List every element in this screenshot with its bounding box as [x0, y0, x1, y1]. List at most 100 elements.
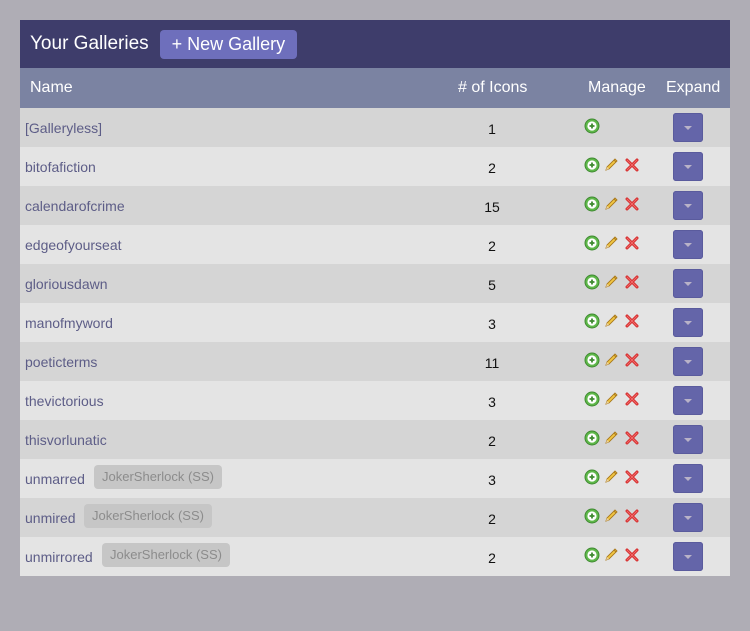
gallery-name-link[interactable]: gloriousdawn	[25, 276, 108, 292]
owner-tag: JokerSherlock (SS)	[94, 465, 222, 489]
caret-down-icon	[684, 282, 692, 286]
title-bar: Your Galleries + New Gallery	[20, 20, 730, 68]
caret-down-icon	[684, 321, 692, 325]
expand-button[interactable]	[673, 542, 703, 571]
table-row: [Galleryless] 1	[20, 108, 730, 147]
gallery-name-link[interactable]: [Galleryless]	[25, 120, 102, 136]
icon-count: 2	[488, 433, 496, 449]
caret-down-icon	[684, 204, 692, 208]
pencil-icon[interactable]	[603, 235, 619, 251]
pencil-icon[interactable]	[603, 196, 619, 212]
add-icon[interactable]	[584, 118, 600, 134]
icon-count: 11	[484, 355, 500, 371]
column-header-name: Name	[30, 79, 73, 96]
icon-count: 3	[488, 316, 496, 332]
galleries-panel: Your Galleries + New Gallery Name # of I…	[20, 20, 730, 576]
delete-icon[interactable]	[624, 274, 640, 290]
gallery-name-link[interactable]: thisvorlunatic	[25, 432, 107, 448]
add-icon[interactable]	[584, 313, 600, 329]
delete-icon[interactable]	[624, 235, 640, 251]
pencil-icon[interactable]	[603, 352, 619, 368]
expand-button[interactable]	[673, 386, 703, 415]
delete-icon[interactable]	[624, 352, 640, 368]
table-row: calendarofcrime 15	[20, 186, 730, 225]
table-row: unmired JokerSherlock (SS) 2	[20, 498, 730, 537]
pencil-icon[interactable]	[603, 274, 619, 290]
add-icon[interactable]	[584, 196, 600, 212]
gallery-name-link[interactable]: unmired	[25, 510, 76, 526]
expand-button[interactable]	[673, 425, 703, 454]
delete-icon[interactable]	[624, 196, 640, 212]
expand-button[interactable]	[673, 191, 703, 220]
caret-down-icon	[684, 438, 692, 442]
pencil-icon[interactable]	[603, 430, 619, 446]
add-icon[interactable]	[584, 508, 600, 524]
expand-button[interactable]	[673, 464, 703, 493]
expand-button[interactable]	[673, 308, 703, 337]
expand-button[interactable]	[673, 269, 703, 298]
table-row: edgeofyourseat 2	[20, 225, 730, 264]
caret-down-icon	[684, 243, 692, 247]
expand-button[interactable]	[673, 230, 703, 259]
pencil-icon[interactable]	[603, 313, 619, 329]
expand-button[interactable]	[673, 503, 703, 532]
caret-down-icon	[684, 399, 692, 403]
expand-button[interactable]	[673, 347, 703, 376]
caret-down-icon	[684, 555, 692, 559]
add-icon[interactable]	[584, 352, 600, 368]
table-row: unmirrored JokerSherlock (SS) 2	[20, 537, 730, 576]
pencil-icon[interactable]	[603, 157, 619, 173]
owner-tag: JokerSherlock (SS)	[84, 504, 212, 528]
icon-count: 2	[488, 238, 496, 254]
pencil-icon[interactable]	[603, 469, 619, 485]
delete-icon[interactable]	[624, 391, 640, 407]
gallery-name-link[interactable]: unmirrored	[25, 549, 93, 565]
gallery-name-link[interactable]: poeticterms	[25, 354, 97, 370]
column-header-manage: Manage	[588, 79, 646, 96]
table-row: thevictorious 3	[20, 381, 730, 420]
icon-count: 5	[488, 277, 496, 293]
new-gallery-button[interactable]: + New Gallery	[159, 29, 298, 59]
icon-count: 2	[488, 160, 496, 176]
gallery-name-link[interactable]: manofmyword	[25, 315, 113, 331]
delete-icon[interactable]	[624, 313, 640, 329]
page-title: Your Galleries	[30, 33, 149, 54]
gallery-name-link[interactable]: bitofafiction	[25, 159, 96, 175]
caret-down-icon	[684, 477, 692, 481]
add-icon[interactable]	[584, 469, 600, 485]
gallery-name-link[interactable]: calendarofcrime	[25, 198, 125, 214]
icon-count: 2	[488, 550, 496, 566]
caret-down-icon	[684, 126, 692, 130]
expand-button[interactable]	[673, 113, 703, 142]
delete-icon[interactable]	[624, 469, 640, 485]
table-row: poeticterms 11	[20, 342, 730, 381]
expand-button[interactable]	[673, 152, 703, 181]
icon-count: 3	[488, 472, 496, 488]
gallery-name-link[interactable]: edgeofyourseat	[25, 237, 122, 253]
delete-icon[interactable]	[624, 430, 640, 446]
column-header-expand: Expand	[666, 79, 721, 96]
gallery-name-link[interactable]: thevictorious	[25, 393, 104, 409]
add-icon[interactable]	[584, 235, 600, 251]
caret-down-icon	[684, 165, 692, 169]
icon-count: 15	[484, 199, 500, 215]
gallery-name-link[interactable]: unmarred	[25, 471, 85, 487]
table-row: bitofafiction 2	[20, 147, 730, 186]
add-icon[interactable]	[584, 547, 600, 563]
delete-icon[interactable]	[624, 508, 640, 524]
caret-down-icon	[684, 360, 692, 364]
owner-tag: JokerSherlock (SS)	[102, 543, 230, 567]
add-icon[interactable]	[584, 430, 600, 446]
pencil-icon[interactable]	[603, 391, 619, 407]
delete-icon[interactable]	[624, 547, 640, 563]
table-header: Name # of Icons Manage Expand	[20, 68, 730, 108]
add-icon[interactable]	[584, 157, 600, 173]
add-icon[interactable]	[584, 274, 600, 290]
pencil-icon[interactable]	[603, 547, 619, 563]
add-icon[interactable]	[584, 391, 600, 407]
table-row: manofmyword 3	[20, 303, 730, 342]
icon-count: 3	[488, 394, 496, 410]
delete-icon[interactable]	[624, 157, 640, 173]
pencil-icon[interactable]	[603, 508, 619, 524]
icon-count: 1	[488, 121, 496, 137]
